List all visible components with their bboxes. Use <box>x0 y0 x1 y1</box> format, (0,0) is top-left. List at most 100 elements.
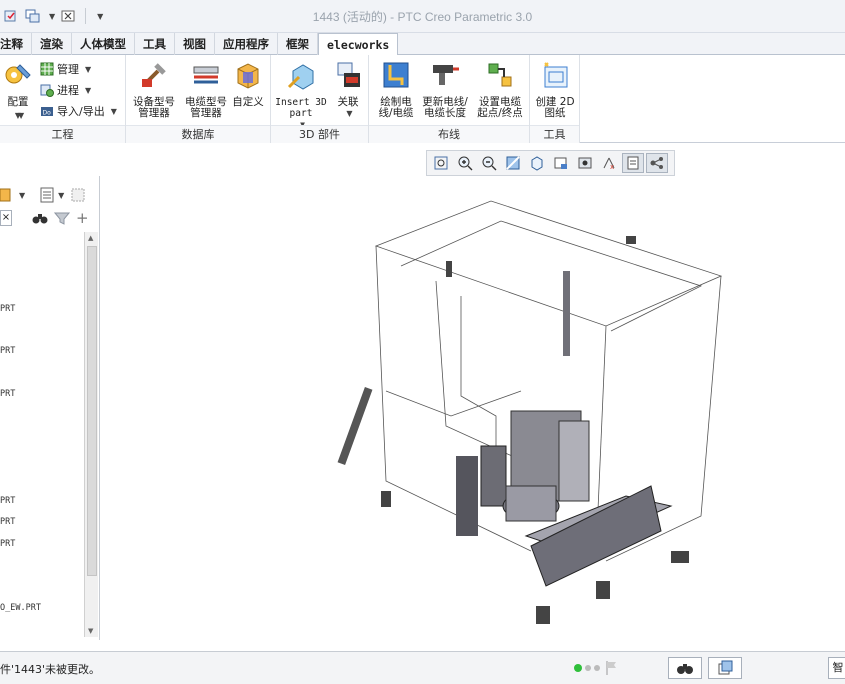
clear-search-icon[interactable]: × <box>0 210 12 226</box>
view-manager-icon[interactable] <box>574 153 596 173</box>
import-export-icon: Do <box>41 107 53 117</box>
associate-icon <box>337 62 360 87</box>
set-cable-start-end-button[interactable]: 设置电缆 起点/终点 <box>473 59 527 123</box>
set-cable-start-end-icon <box>488 63 512 87</box>
tree-settings-dropdown-icon[interactable]: ▼ <box>19 191 25 200</box>
graphics-toolbar: x <box>426 150 675 176</box>
model-tree-panel: ▼ ▼ × + PRT PRT PRT PRT PRT PRT O_EW.PRT… <box>0 176 100 640</box>
svg-text:x: x <box>610 163 614 171</box>
refit-icon[interactable] <box>430 153 452 173</box>
insert-3d-part-icon <box>287 64 314 90</box>
group-tools-label: 工具 <box>530 125 579 143</box>
zoom-in-icon[interactable] <box>454 153 476 173</box>
tab-manikin[interactable]: 人体模型 <box>72 33 135 55</box>
add-column-icon[interactable]: + <box>76 209 89 227</box>
scroll-down-icon[interactable]: ▼ <box>88 627 93 635</box>
tab-elecworks[interactable]: elecworks <box>318 33 399 56</box>
tab-tools[interactable]: 工具 <box>135 33 175 55</box>
selection-buffer-button[interactable] <box>708 657 742 679</box>
flag-icon[interactable] <box>605 660 619 676</box>
binoculars-icon <box>677 664 693 674</box>
group-3d-parts-label: 3D 部件 <box>271 125 368 143</box>
update-wire-length-button[interactable]: 更新电线/ 电缆长度 <box>419 59 471 123</box>
import-export-dropdown-icon[interactable]: ▼ <box>111 107 117 116</box>
binoculars-icon[interactable] <box>32 211 48 225</box>
list-item[interactable]: PRT <box>0 496 15 506</box>
associate-dropdown-icon[interactable]: ▼ <box>346 109 352 118</box>
tab-annotate[interactable]: 注释 <box>0 33 32 55</box>
show-filter-icon[interactable] <box>39 187 55 203</box>
electrical-components <box>337 236 689 624</box>
layer-tree-icon[interactable] <box>70 187 88 203</box>
perspective-icon[interactable]: x <box>598 153 620 173</box>
manage-button[interactable]: 管理 ▼ <box>40 59 91 79</box>
manage-dropdown-icon[interactable]: ▼ <box>85 65 91 74</box>
spin-center-icon[interactable] <box>622 153 644 173</box>
customize-button[interactable]: 自定义 <box>229 59 267 123</box>
group-project-dropdown-icon[interactable]: ▼ <box>18 111 24 120</box>
find-button[interactable] <box>668 657 702 679</box>
create-2d-drawing-button[interactable]: 创建 2D 图纸 <box>530 59 580 123</box>
group-database: 设备型号 管理器 电缆型号 管理器 自定义 数据库 <box>126 55 271 143</box>
draw-wire-cable-icon <box>383 62 409 88</box>
group-routing: 绘制电 线/电缆 更新电线/ 电缆长度 设置电缆 起点/终点 布线 <box>369 55 530 143</box>
cable-model-manager-icon <box>193 66 219 84</box>
title-bar: ▼ ▼ 1443 (活动的) - PTC Creo Parametric 3.0 <box>0 0 845 33</box>
model-tree-list: PRT PRT PRT PRT PRT PRT O_EW.PRT <box>0 232 84 632</box>
saved-views-icon[interactable] <box>550 153 572 173</box>
svg-text:Do: Do <box>43 110 52 117</box>
tab-render[interactable]: 渲染 <box>32 33 72 55</box>
scroll-up-icon[interactable]: ▲ <box>88 234 93 242</box>
status-bar: 件'1443'未被更改。 智 <box>0 651 845 684</box>
selection-filter-dropdown[interactable]: 智 <box>828 657 845 679</box>
manage-icon <box>40 62 54 76</box>
device-model-manager-icon <box>142 63 166 87</box>
display-style-icon[interactable] <box>526 153 548 173</box>
window-title: 1443 (活动的) - PTC Creo Parametric 3.0 <box>312 10 533 24</box>
group-project: 配置 ▼ 管理 ▼ 进程 ▼ Do 导入/导出 ▼ ▼ 工程 <box>0 55 126 143</box>
update-wire-length-icon <box>433 65 459 85</box>
group-project-label: 工程 <box>0 125 125 143</box>
group-3d-parts: Insert 3D part ▼ 关联 ▼ 3D 部件 <box>271 55 369 143</box>
list-item[interactable]: PRT <box>0 517 15 527</box>
process-button[interactable]: 进程 ▼ <box>40 80 91 100</box>
regen-status-indicator <box>574 664 600 672</box>
tab-view[interactable]: 视图 <box>175 33 215 55</box>
tab-applications[interactable]: 应用程序 <box>215 33 278 55</box>
list-item[interactable]: PRT <box>0 346 15 356</box>
filter-icon[interactable] <box>54 211 70 225</box>
list-item[interactable]: PRT <box>0 304 15 314</box>
list-item[interactable]: O_EW.PRT <box>0 603 41 613</box>
associate-button[interactable]: 关联 ▼ <box>329 59 367 123</box>
zoom-out-icon[interactable] <box>478 153 500 173</box>
tree-settings-icon[interactable] <box>0 187 16 203</box>
model-tree-toolbar: ▼ ▼ <box>0 184 100 206</box>
list-item[interactable]: PRT <box>0 539 15 549</box>
group-routing-label: 布线 <box>369 125 529 143</box>
scrollbar-thumb[interactable] <box>87 246 97 576</box>
ribbon-tabs: 注释 渲染 人体模型 工具 视图 应用程序 框架 elecworks <box>0 33 845 56</box>
model-tree-search-row: × + <box>0 207 100 229</box>
draw-wire-cable-button[interactable]: 绘制电 线/电缆 <box>371 59 421 123</box>
cable-model-manager-button[interactable]: 电缆型号 管理器 <box>181 59 231 123</box>
import-export-button[interactable]: Do 导入/导出 ▼ <box>40 101 117 121</box>
status-message: 件'1443'未被更改。 <box>0 663 101 676</box>
repaint-icon[interactable] <box>502 153 524 173</box>
group-database-label: 数据库 <box>126 125 270 143</box>
show-dropdown-icon[interactable]: ▼ <box>58 191 64 200</box>
ribbon: 配置 ▼ 管理 ▼ 进程 ▼ Do 导入/导出 ▼ ▼ 工程 设备型号 管理器 … <box>0 55 845 143</box>
group-tools: 创建 2D 图纸 工具 <box>530 55 580 143</box>
tab-framework[interactable]: 框架 <box>278 33 318 55</box>
customize-box-icon <box>237 63 259 89</box>
process-icon <box>40 84 54 97</box>
model-tree-scrollbar[interactable]: ▲ ▼ <box>84 232 98 637</box>
list-item[interactable]: PRT <box>0 389 15 399</box>
create-2d-drawing-icon <box>544 62 568 88</box>
insert-3d-part-button[interactable]: Insert 3D part ▼ <box>274 59 328 129</box>
device-model-manager-button[interactable]: 设备型号 管理器 <box>129 59 179 123</box>
annotation-display-icon[interactable] <box>646 153 668 173</box>
graphics-viewport[interactable] <box>101 176 845 650</box>
selection-buffer-icon <box>718 660 733 675</box>
process-dropdown-icon[interactable]: ▼ <box>85 86 91 95</box>
configure-icon <box>5 64 31 84</box>
